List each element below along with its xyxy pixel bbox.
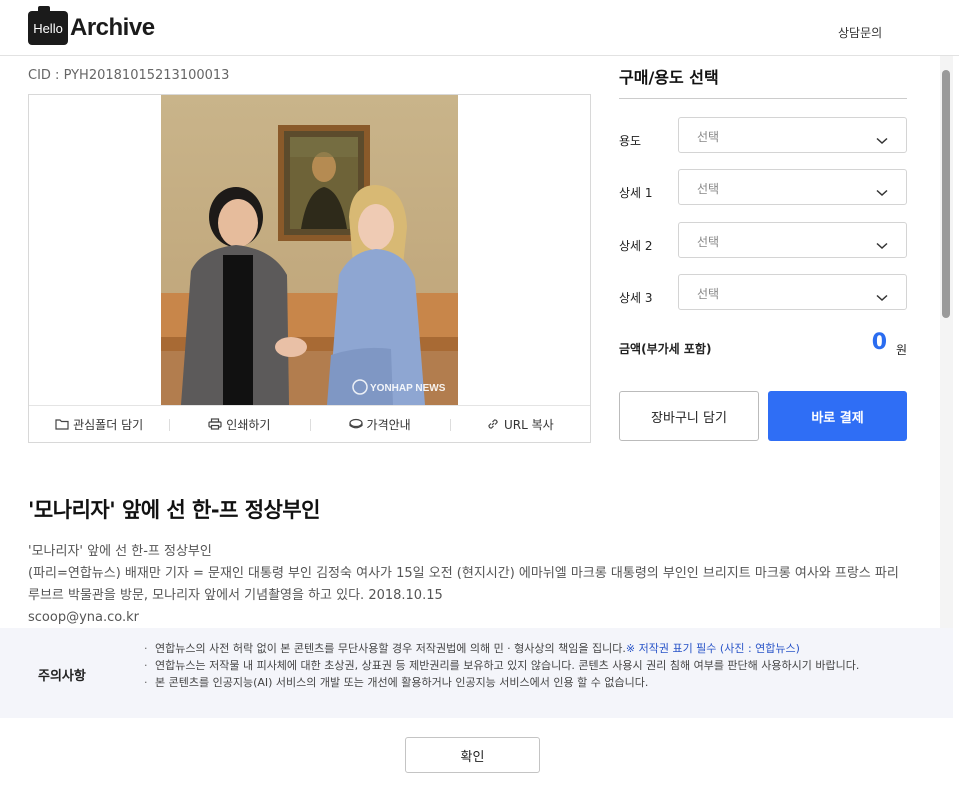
usage-label: 용도 [619, 134, 642, 148]
notice-title: 주의사항 [38, 669, 86, 684]
panel-divider [619, 98, 907, 99]
notice-list: 연합뉴스의 사전 허락 없이 본 콘텐츠를 무단사용할 경우 저작권법에 의해 … [144, 641, 874, 692]
detail2-select[interactable]: 선택 [678, 222, 907, 258]
confirm-button[interactable]: 확인 [405, 737, 540, 773]
logo-text: Archive [70, 14, 155, 41]
detail2-select-value: 선택 [697, 235, 720, 249]
caption-line: 루브르 박물관을 방문, 모나리자 앞에서 기념촬영을 하고 있다. 2018.… [28, 588, 443, 603]
notice-item: 연합뉴스의 사전 허락 없이 본 콘텐츠를 무단사용할 경우 저작권법에 의해 … [144, 641, 874, 656]
chevron-down-icon [876, 182, 888, 201]
detail3-select[interactable]: 선택 [678, 274, 907, 310]
usage-select-value: 선택 [697, 130, 720, 144]
price-label: 금액(부가세 포함) [619, 342, 712, 356]
notice-section: 주의사항 연합뉴스의 사전 허락 없이 본 콘텐츠를 무단사용할 경우 저작권법… [0, 628, 953, 718]
hello-archive-logo[interactable]: Hello Archive [28, 6, 155, 46]
panel-title: 구매/용도 선택 [619, 68, 719, 87]
page-scrollbar[interactable] [940, 56, 953, 628]
news-photo: YONHAP NEWS [161, 95, 458, 405]
content-id: CID : PYH20181015213100013 [28, 68, 230, 83]
article-headline: '모나리자' 앞에 선 한-프 정상부인 [28, 498, 320, 522]
price-unit: 원 [895, 343, 907, 357]
detail1-label: 상세 1 [619, 186, 653, 200]
chevron-down-icon [876, 235, 888, 254]
notice-item-text: 연합뉴스의 사전 허락 없이 본 콘텐츠를 무단사용할 경우 저작권법에 의해 … [155, 642, 626, 655]
caption-line: '모나리자' 앞에 선 한-프 정상부인 [28, 544, 212, 559]
add-to-folder-label: 관심폴더 담기 [73, 417, 144, 432]
scrollbar-thumb[interactable] [942, 70, 950, 318]
detail2-label: 상세 2 [619, 239, 653, 253]
usage-select[interactable]: 선택 [678, 117, 907, 153]
folder-icon [55, 418, 69, 430]
logo-box-text: Hello [33, 20, 63, 36]
price-info-button[interactable]: 가격안내 [309, 416, 450, 433]
caption-line: (파리=연합뉴스) 배재만 기자 = 문재인 대통령 부인 김정숙 여사가 15… [28, 566, 899, 581]
photo-watermark: YONHAP NEWS [370, 383, 446, 394]
detail3-label: 상세 3 [619, 291, 653, 305]
article-caption: '모나리자' 앞에 선 한-프 정상부인 (파리=연합뉴스) 배재만 기자 = … [28, 541, 908, 629]
contact-link[interactable]: 상담문의 [838, 24, 882, 41]
caption-email: scoop@yna.co.kr [28, 610, 139, 625]
printer-icon [208, 418, 222, 430]
link-icon [486, 417, 500, 431]
copyright-highlight: ※ 저작권 표기 필수 (사진 : 연합뉴스) [625, 642, 800, 655]
chevron-down-icon [876, 130, 888, 149]
logo-camera-box: Hello [28, 6, 68, 45]
notice-item: 본 콘텐츠를 인공지능(AI) 서비스의 개발 또는 개선에 활용하거나 인공지… [144, 675, 874, 690]
top-header: Hello Archive 상담문의 [0, 0, 959, 56]
detail1-select[interactable]: 선택 [678, 169, 907, 205]
photo-viewer: YONHAP NEWS 관심폴더 담기 인쇄하기 가격안내 URL 복사 [28, 94, 591, 443]
print-label: 인쇄하기 [226, 417, 271, 432]
print-button[interactable]: 인쇄하기 [169, 416, 309, 433]
detail3-select-value: 선택 [697, 287, 720, 301]
copy-url-label: URL 복사 [504, 417, 554, 432]
add-to-folder-button[interactable]: 관심폴더 담기 [29, 416, 169, 433]
photo-action-bar: 관심폴더 담기 인쇄하기 가격안내 URL 복사 [29, 405, 590, 442]
price-value: 0 [871, 330, 887, 355]
notice-item: 연합뉴스는 저작물 내 피사체에 대한 초상권, 상표권 등 제반권리를 보유하… [144, 658, 874, 673]
chevron-down-icon [876, 287, 888, 306]
add-to-cart-button[interactable]: 장바구니 담기 [619, 391, 759, 441]
price-tag-icon [348, 418, 363, 430]
buy-now-button[interactable]: 바로 결제 [768, 391, 907, 441]
photo-illustration: YONHAP NEWS [161, 95, 458, 405]
price-info-label: 가격안내 [366, 417, 411, 432]
copy-url-button[interactable]: URL 복사 [449, 416, 590, 433]
detail1-select-value: 선택 [697, 182, 720, 196]
